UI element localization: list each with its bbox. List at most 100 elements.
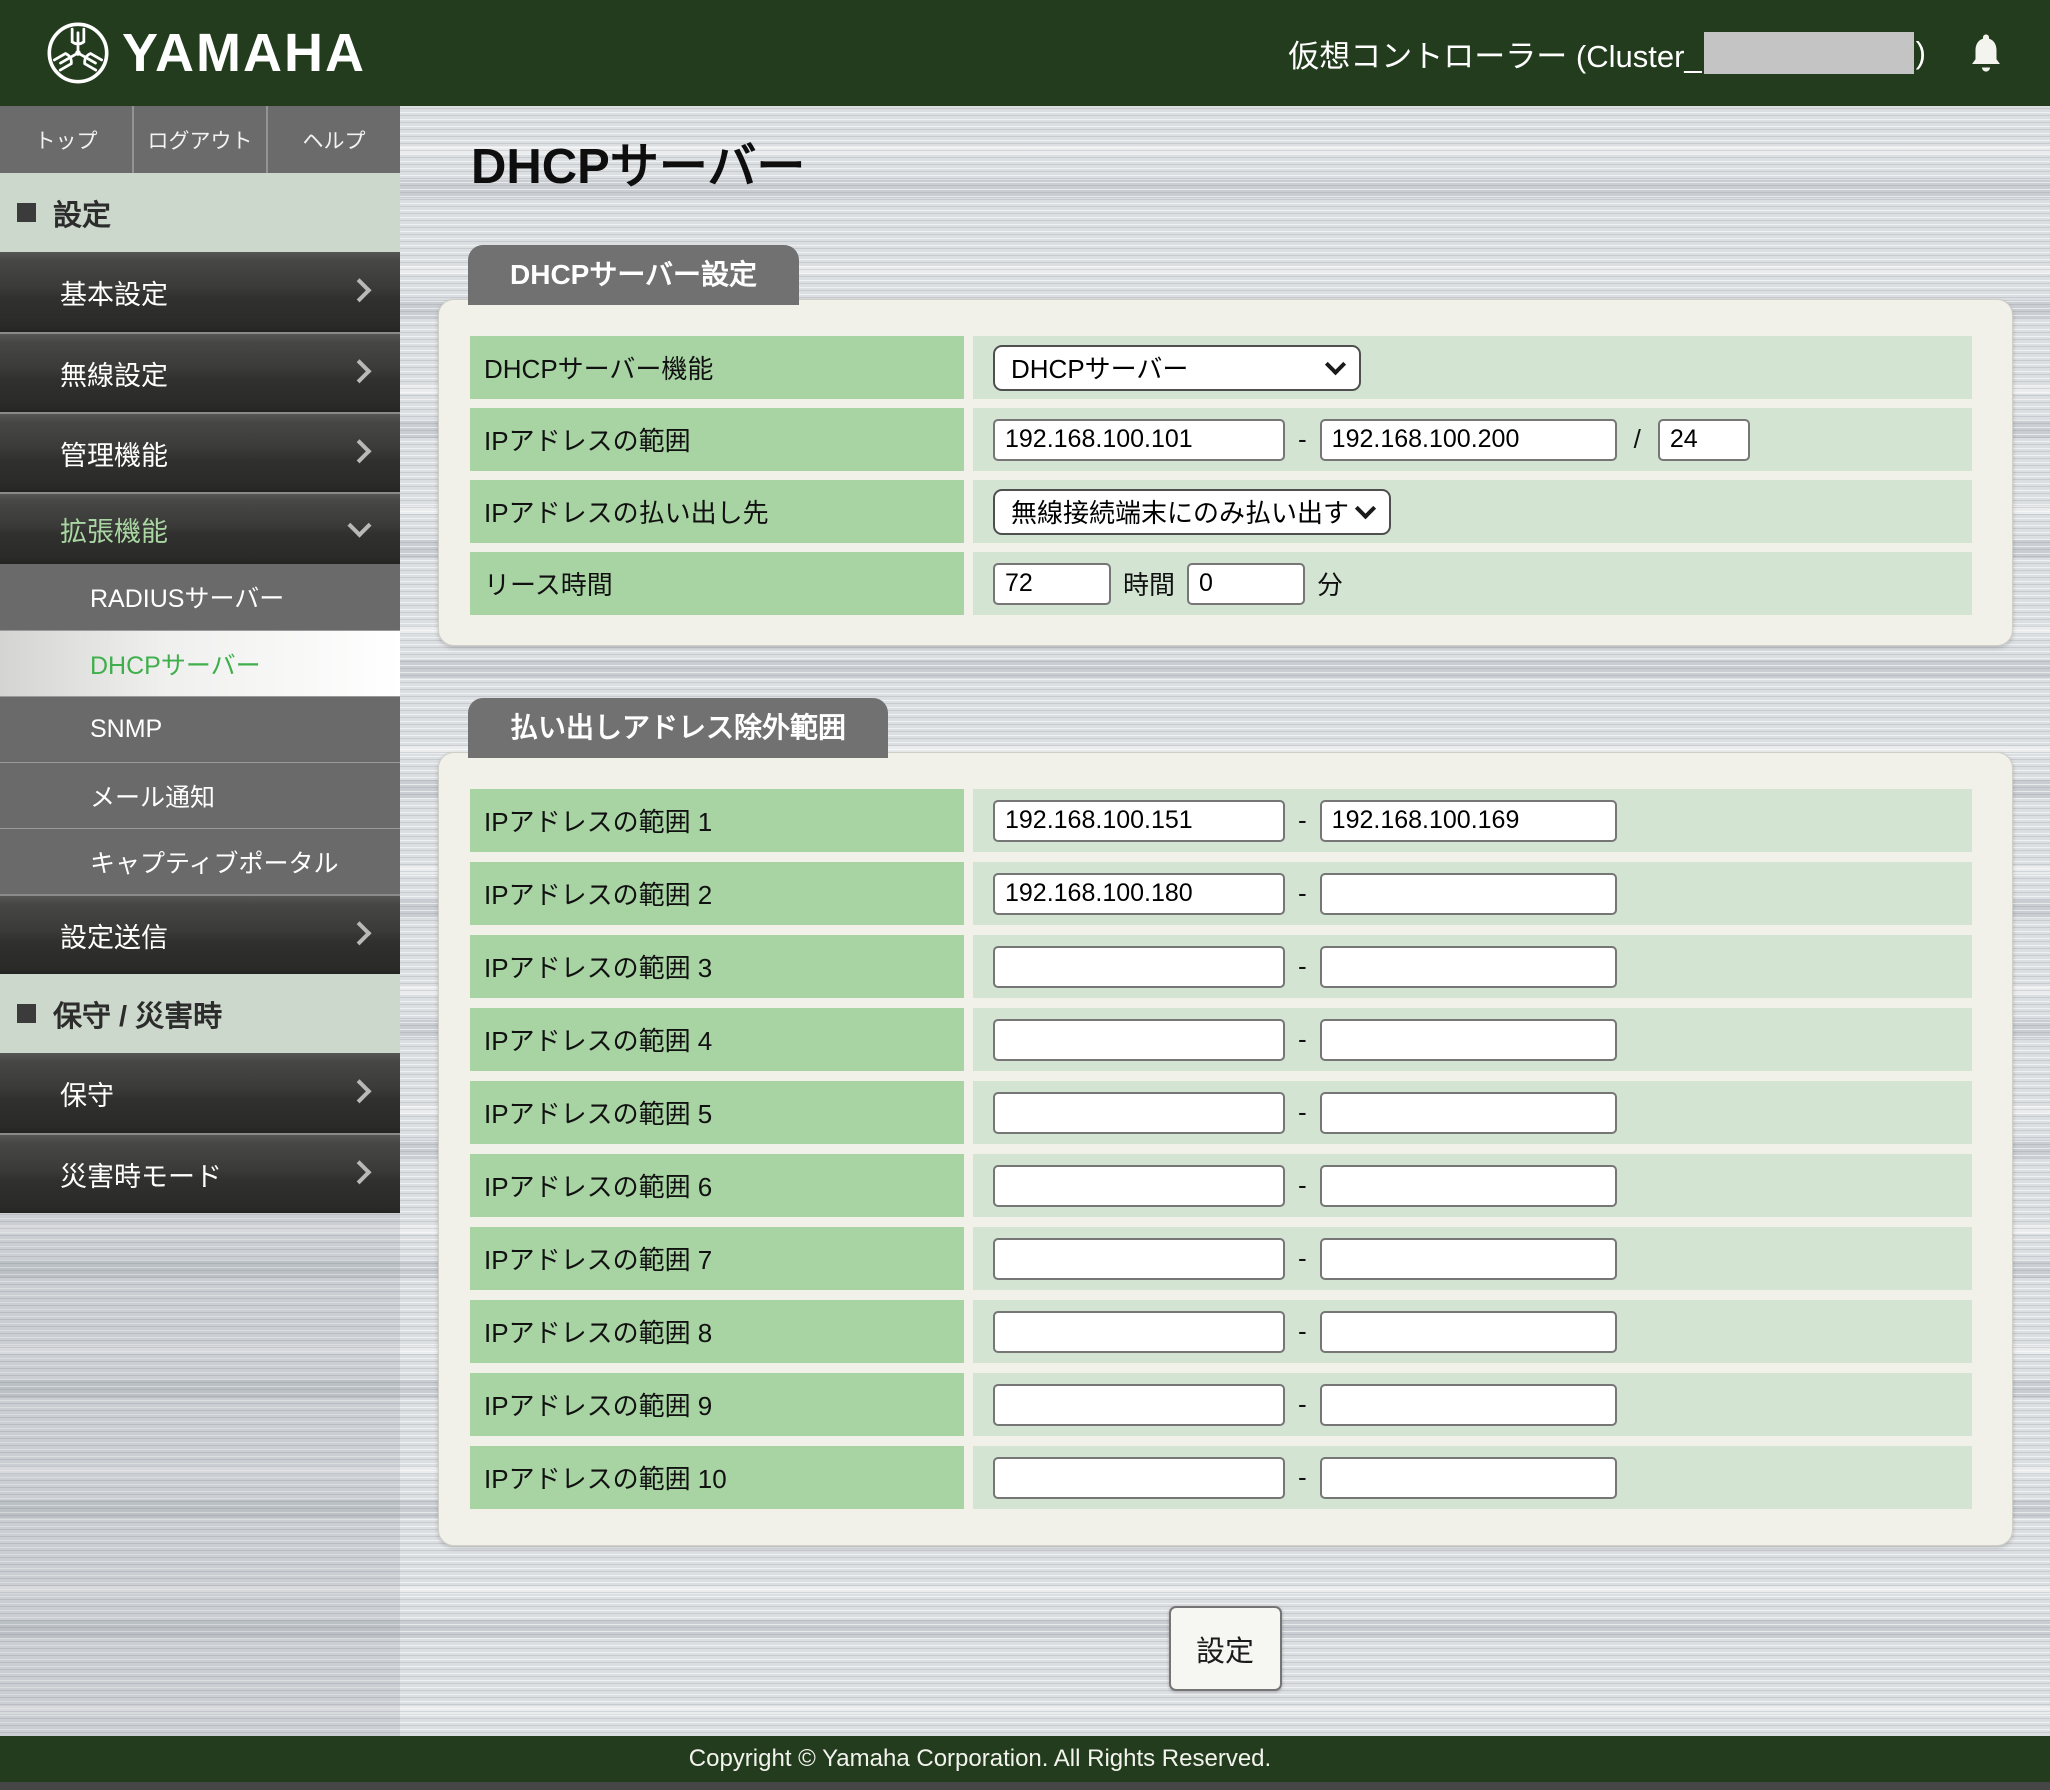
- exclusion-range-7-label: IPアドレスの範囲 7: [484, 1240, 712, 1277]
- lease-time-label: リース時間: [484, 565, 613, 602]
- dhcp-function-select[interactable]: DHCPサーバー: [993, 345, 1361, 391]
- tab-help[interactable]: ヘルプ: [266, 106, 400, 173]
- exclusion-range-9-start-input[interactable]: [993, 1384, 1285, 1426]
- ip-range-end-input[interactable]: [1320, 419, 1617, 461]
- exclusion-row-7: IPアドレスの範囲 7 -: [470, 1227, 1972, 1290]
- sidebar-section-settings: 設定: [0, 173, 400, 252]
- sidebar-navigation: トップ ログアウト ヘルプ 設定 基本設定 無線設定 管理機能 拡張機能 RAD…: [0, 106, 400, 1736]
- exclusion-range-3-end-input[interactable]: [1320, 946, 1617, 988]
- exclusion-range-5-label: IPアドレスの範囲 5: [484, 1094, 712, 1131]
- sidebar-item-basic-settings[interactable]: 基本設定: [0, 252, 400, 332]
- sidebar-item-captive-portal[interactable]: キャプティブポータル: [0, 828, 400, 894]
- prefix-length-input[interactable]: [1658, 419, 1750, 461]
- exclusion-range-6-start-input[interactable]: [993, 1165, 1285, 1207]
- exclusion-range-4-end-input[interactable]: [1320, 1019, 1617, 1061]
- ip-range-label: IPアドレスの範囲: [484, 421, 691, 458]
- sidebar-item-snmp[interactable]: SNMP: [0, 696, 400, 762]
- notification-bell-icon[interactable]: [1968, 32, 2004, 74]
- exclusion-range-10-start-input[interactable]: [993, 1457, 1285, 1499]
- yamaha-tuning-forks-icon: [44, 19, 112, 87]
- brand-wordmark: YAMAHA: [122, 26, 366, 80]
- chevron-right-icon: [347, 359, 371, 383]
- section-tab-dhcp-settings: DHCPサーバー設定: [468, 245, 799, 305]
- exclusion-range-3-label: IPアドレスの範囲 3: [484, 948, 712, 985]
- exclusion-range-3-start-input[interactable]: [993, 946, 1285, 988]
- exclusion-range-8-start-input[interactable]: [993, 1311, 1285, 1353]
- square-bullet-icon: [17, 203, 36, 222]
- exclusion-row-8: IPアドレスの範囲 8 -: [470, 1300, 1972, 1363]
- footer-bottom-strip: [0, 1782, 2050, 1790]
- exclusion-range-10-end-input[interactable]: [1320, 1457, 1617, 1499]
- sidebar-item-management[interactable]: 管理機能: [0, 412, 400, 492]
- dhcp-settings-panel: DHCPサーバー機能 DHCPサーバー IPアドレスの範囲 - /: [438, 299, 2013, 646]
- exclusion-row-10: IPアドレスの範囲 10 -: [470, 1446, 1972, 1509]
- exclusion-range-9-end-input[interactable]: [1320, 1384, 1617, 1426]
- main-content: DHCPサーバー DHCPサーバー設定 DHCPサーバー機能 DHCPサーバー …: [400, 106, 2050, 1736]
- lease-minutes-input[interactable]: [1187, 563, 1305, 605]
- exclusion-range-5-end-input[interactable]: [1320, 1092, 1617, 1134]
- exclusion-range-panel: IPアドレスの範囲 1 - IPアドレスの範囲 2 - IPアドレスの範囲 3: [438, 752, 2013, 1546]
- sidebar-item-maintenance[interactable]: 保守: [0, 1053, 400, 1133]
- exclusion-row-2: IPアドレスの範囲 2 -: [470, 862, 1972, 925]
- exclusion-range-4-label: IPアドレスの範囲 4: [484, 1021, 712, 1058]
- chevron-right-icon: [347, 1079, 371, 1103]
- exclusion-range-6-label: IPアドレスの範囲 6: [484, 1167, 712, 1204]
- tab-top[interactable]: トップ: [0, 106, 132, 173]
- chevron-down-icon: [1325, 355, 1346, 376]
- exclusion-range-2-label: IPアドレスの範囲 2: [484, 875, 712, 912]
- copyright-text: Copyright © Yamaha Corporation. All Righ…: [689, 1745, 1271, 1773]
- lease-target-select[interactable]: 無線接続端末にのみ払い出す: [993, 489, 1391, 535]
- exclusion-range-5-start-input[interactable]: [993, 1092, 1285, 1134]
- page-title: DHCPサーバー: [471, 142, 2050, 193]
- sidebar-section-maintenance: 保守 / 災害時: [0, 974, 400, 1053]
- lease-target-label: IPアドレスの払い出し先: [484, 493, 769, 530]
- prefix-slash: /: [1634, 424, 1641, 455]
- lease-hours-unit: 時間: [1123, 565, 1175, 602]
- app-header: YAMAHA 仮想コントローラー (Cluster_): [0, 0, 2050, 106]
- exclusion-range-7-start-input[interactable]: [993, 1238, 1285, 1280]
- sidebar-item-wireless-settings[interactable]: 無線設定: [0, 332, 400, 412]
- ip-range-start-input[interactable]: [993, 419, 1285, 461]
- exclusion-range-10-label: IPアドレスの範囲 10: [484, 1459, 727, 1496]
- exclusion-range-8-label: IPアドレスの範囲 8: [484, 1313, 712, 1350]
- controller-title: 仮想コントローラー (Cluster_): [1288, 31, 1926, 76]
- exclusion-row-6: IPアドレスの範囲 6 -: [470, 1154, 1972, 1217]
- exclusion-range-7-end-input[interactable]: [1320, 1238, 1617, 1280]
- apply-settings-button[interactable]: 設定: [1169, 1606, 1282, 1691]
- chevron-right-icon: [347, 439, 371, 463]
- exclusion-range-4-start-input[interactable]: [993, 1019, 1285, 1061]
- sidebar-item-send-config[interactable]: 設定送信: [0, 894, 400, 974]
- page-footer: Copyright © Yamaha Corporation. All Righ…: [0, 1736, 2050, 1790]
- chevron-right-icon: [347, 921, 371, 945]
- exclusion-row-5: IPアドレスの範囲 5 -: [470, 1081, 1972, 1144]
- dhcp-function-label: DHCPサーバー機能: [484, 349, 713, 386]
- dhcp-server-settings-page: { "header": { "brand": "YAMAHA", "contro…: [0, 0, 2050, 1790]
- sidebar-item-dhcp-server[interactable]: DHCPサーバー: [0, 630, 400, 696]
- sidebar-item-disaster-mode[interactable]: 災害時モード: [0, 1133, 400, 1213]
- cluster-name-redacted: [1704, 32, 1914, 74]
- sidebar-item-radius-server[interactable]: RADIUSサーバー: [0, 564, 400, 630]
- lease-hours-input[interactable]: [993, 563, 1111, 605]
- exclusion-range-9-label: IPアドレスの範囲 9: [484, 1386, 712, 1423]
- form-row-ip-range: IPアドレスの範囲 - /: [470, 408, 1972, 471]
- chevron-down-icon: [1355, 499, 1376, 520]
- sidebar-item-extended-functions[interactable]: 拡張機能: [0, 492, 400, 564]
- exclusion-range-2-start-input[interactable]: [993, 873, 1285, 915]
- sidebar-item-mail-notification[interactable]: メール通知: [0, 762, 400, 828]
- range-dash: -: [1298, 424, 1307, 455]
- exclusion-row-4: IPアドレスの範囲 4 -: [470, 1008, 1972, 1071]
- sidebar-top-tabs: トップ ログアウト ヘルプ: [0, 106, 400, 173]
- section-tab-exclusion-range: 払い出しアドレス除外範囲: [468, 698, 888, 758]
- exclusion-range-2-end-input[interactable]: [1320, 873, 1617, 915]
- exclusion-row-3: IPアドレスの範囲 3 -: [470, 935, 1972, 998]
- sidebar-empty-area: [0, 1213, 400, 1736]
- exclusion-range-8-end-input[interactable]: [1320, 1311, 1617, 1353]
- exclusion-range-1-start-input[interactable]: [993, 800, 1285, 842]
- form-row-dhcp-function: DHCPサーバー機能 DHCPサーバー: [470, 336, 1972, 399]
- tab-logout[interactable]: ログアウト: [132, 106, 266, 173]
- form-row-lease-time: リース時間 時間 分: [470, 552, 1972, 615]
- yamaha-logo: YAMAHA: [44, 19, 366, 87]
- exclusion-row-9: IPアドレスの範囲 9 -: [470, 1373, 1972, 1436]
- exclusion-range-6-end-input[interactable]: [1320, 1165, 1617, 1207]
- exclusion-range-1-end-input[interactable]: [1320, 800, 1617, 842]
